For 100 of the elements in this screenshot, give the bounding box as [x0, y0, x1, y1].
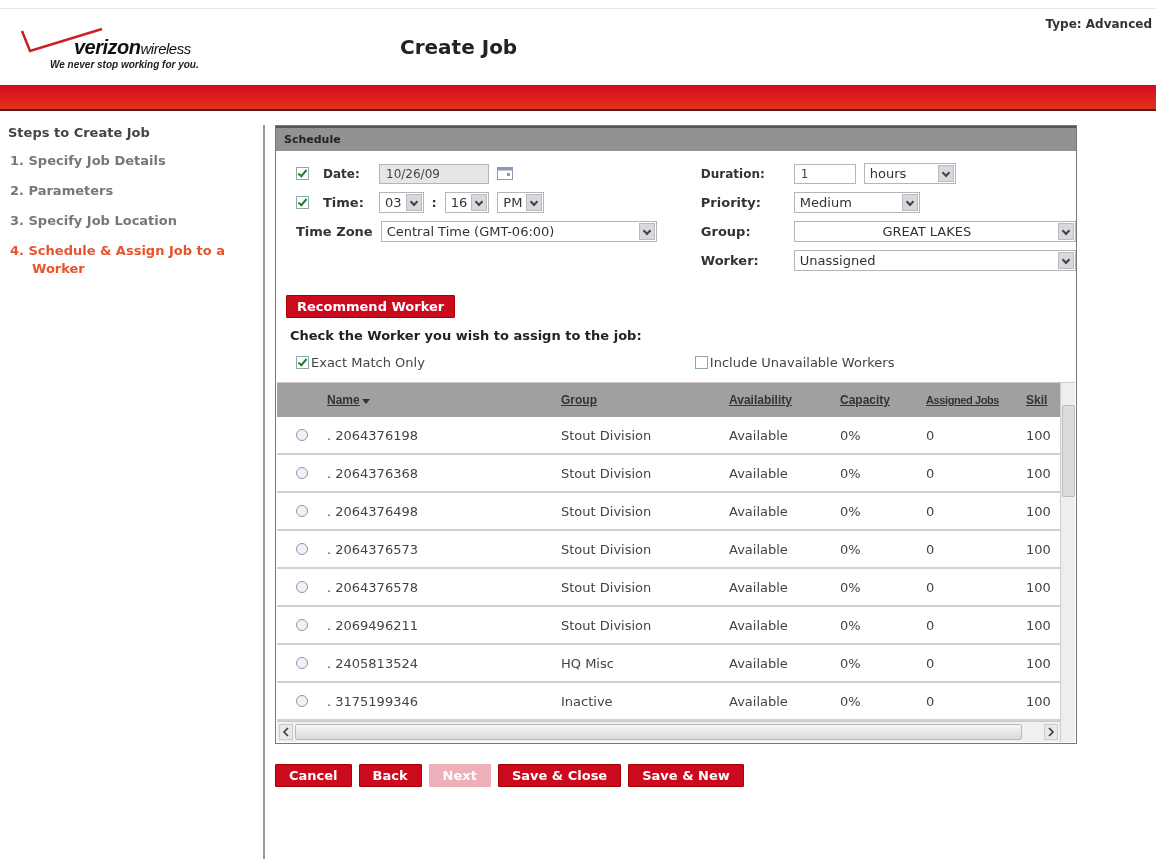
- table-cell-text: 0: [926, 541, 936, 557]
- table-cell-text: . 3175199346: [327, 693, 419, 709]
- table-cell-text: 100: [1026, 655, 1052, 671]
- table-cell-text: 0: [926, 617, 936, 633]
- duration-field[interactable]: 1: [793, 163, 856, 184]
- table-cell-text: 0: [926, 579, 936, 595]
- time-separator: :: [431, 195, 437, 210]
- table-cell-text: 0: [926, 427, 936, 443]
- table-cell-text: 0: [926, 693, 936, 709]
- table-cell-text: . 2064376573: [327, 541, 419, 557]
- table-cell-text: Available: [729, 617, 789, 633]
- radio-button[interactable]: [296, 581, 308, 593]
- steps-title: Steps to Create Job: [8, 125, 151, 140]
- step-link[interactable]: 1. Specify Job Details: [10, 152, 210, 170]
- column-header[interactable]: Assigned Jobs: [926, 394, 1026, 406]
- checkbox[interactable]: [296, 196, 309, 209]
- field-label: Date:: [323, 166, 361, 181]
- scroll-left-icon[interactable]: [279, 724, 293, 740]
- recommend-worker-button[interactable]: Recommend Worker: [286, 295, 456, 318]
- column-header[interactable]: Availability: [729, 393, 840, 407]
- table-cell-text: 0: [926, 465, 936, 481]
- panel-title: Schedule: [276, 126, 1076, 151]
- type-label: Type: Advanced: [1045, 17, 1152, 31]
- table-cell-text: 100: [1026, 465, 1052, 481]
- table-cell-text: 0%: [840, 465, 862, 481]
- checkbox-label: Include Unavailable Workers: [709, 355, 895, 370]
- calendar-icon[interactable]: [497, 167, 513, 180]
- radio-button[interactable]: [296, 429, 308, 441]
- table-cell-text: . 2064376498: [327, 503, 419, 519]
- radio-button[interactable]: [296, 657, 308, 669]
- radio-button[interactable]: [296, 543, 308, 555]
- table-cell-text: HQ Misc: [561, 655, 615, 671]
- step-link[interactable]: 4. Schedule & Assign Job to a Worker: [10, 242, 232, 278]
- instruction-text: Check the Worker you wish to assign to the job:: [289, 327, 643, 343]
- table-cell-text: 0: [926, 655, 936, 671]
- table-cell-text: Available: [729, 503, 789, 519]
- radio-button[interactable]: [296, 695, 308, 707]
- column-header[interactable]: Group: [561, 393, 729, 407]
- scroll-right-icon[interactable]: [1044, 724, 1058, 740]
- field-label: Time:: [323, 195, 365, 210]
- table-cell-text: 100: [1026, 617, 1052, 633]
- table-cell-text: . 2405813524: [327, 655, 419, 671]
- table-cell-text: 100: [1026, 503, 1052, 519]
- minute-select[interactable]: 16: [444, 192, 490, 213]
- ampm-select[interactable]: PM: [497, 192, 545, 213]
- table-cell-text: Stout Division: [561, 427, 653, 443]
- table-cell-text: 0%: [840, 655, 862, 671]
- horizontal-scrollbar[interactable]: [277, 721, 1060, 742]
- checkbox[interactable]: [296, 356, 309, 369]
- brand-logo: verizonwireless: [74, 37, 192, 59]
- tagline: We never stop working for you.: [50, 59, 199, 70]
- checkbox[interactable]: [694, 356, 708, 369]
- action-button[interactable]: Save & Close: [497, 764, 622, 787]
- page-title: Create Job: [400, 35, 518, 59]
- table-cell-text: Stout Division: [561, 617, 653, 633]
- table-cell-text: 100: [1026, 579, 1052, 595]
- table-cell-text: 0%: [840, 579, 862, 595]
- group-select[interactable]: GREAT LAKES: [793, 221, 1076, 242]
- field-label: Group:: [700, 224, 752, 239]
- table-cell-text: . 2064376198: [327, 427, 419, 443]
- column-header[interactable]: Skil: [1026, 393, 1060, 407]
- table-cell-text: Stout Division: [561, 579, 653, 595]
- action-button[interactable]: Back: [358, 764, 422, 787]
- checkbox-label: Exact Match Only: [311, 355, 425, 370]
- column-header[interactable]: Capacity: [840, 393, 926, 407]
- table-cell-text: . 2064376368: [327, 465, 419, 481]
- table-cell-text: Available: [729, 541, 789, 557]
- table-cell-text: 0%: [840, 503, 862, 519]
- table-cell-text: 0: [926, 503, 936, 519]
- table-cell-text: Available: [729, 693, 789, 709]
- table-cell-text: Available: [729, 655, 789, 671]
- table-cell-text: 0%: [840, 617, 862, 633]
- radio-button[interactable]: [296, 505, 308, 517]
- table-cell-text: 100: [1026, 427, 1052, 443]
- date-field[interactable]: 10/26/09: [379, 163, 489, 184]
- time-zone-select[interactable]: Central Time (GMT-06:00): [380, 221, 657, 242]
- table-cell-text: Stout Division: [561, 541, 653, 557]
- unit-select[interactable]: hours: [863, 163, 956, 184]
- step-link[interactable]: 2. Parameters: [10, 182, 210, 200]
- table-cell-text: Available: [729, 427, 789, 443]
- table-cell-text: 0%: [840, 693, 862, 709]
- priority-select[interactable]: Medium: [793, 192, 920, 213]
- action-button[interactable]: Save & New: [628, 764, 744, 787]
- worker-select[interactable]: Unassigned: [793, 250, 1076, 271]
- step-link[interactable]: 3. Specify Job Location: [10, 212, 210, 230]
- radio-button[interactable]: [296, 467, 308, 479]
- table-cell-text: Available: [729, 579, 789, 595]
- table-cell-text: 100: [1026, 693, 1052, 709]
- vertical-scrollbar[interactable]: [1060, 383, 1075, 742]
- hour-select[interactable]: 03: [379, 192, 424, 213]
- table-cell-text: Stout Division: [561, 503, 653, 519]
- checkbox[interactable]: [296, 167, 309, 180]
- table-cell-text: Stout Division: [561, 465, 653, 481]
- sort-down-icon: [361, 399, 370, 404]
- radio-button[interactable]: [296, 619, 308, 631]
- action-button[interactable]: Cancel: [275, 764, 352, 787]
- column-header[interactable]: Name: [327, 393, 561, 407]
- table-cell-text: 0%: [840, 541, 862, 557]
- field-label: Duration:: [700, 166, 766, 181]
- field-label: Time Zone: [296, 224, 373, 239]
